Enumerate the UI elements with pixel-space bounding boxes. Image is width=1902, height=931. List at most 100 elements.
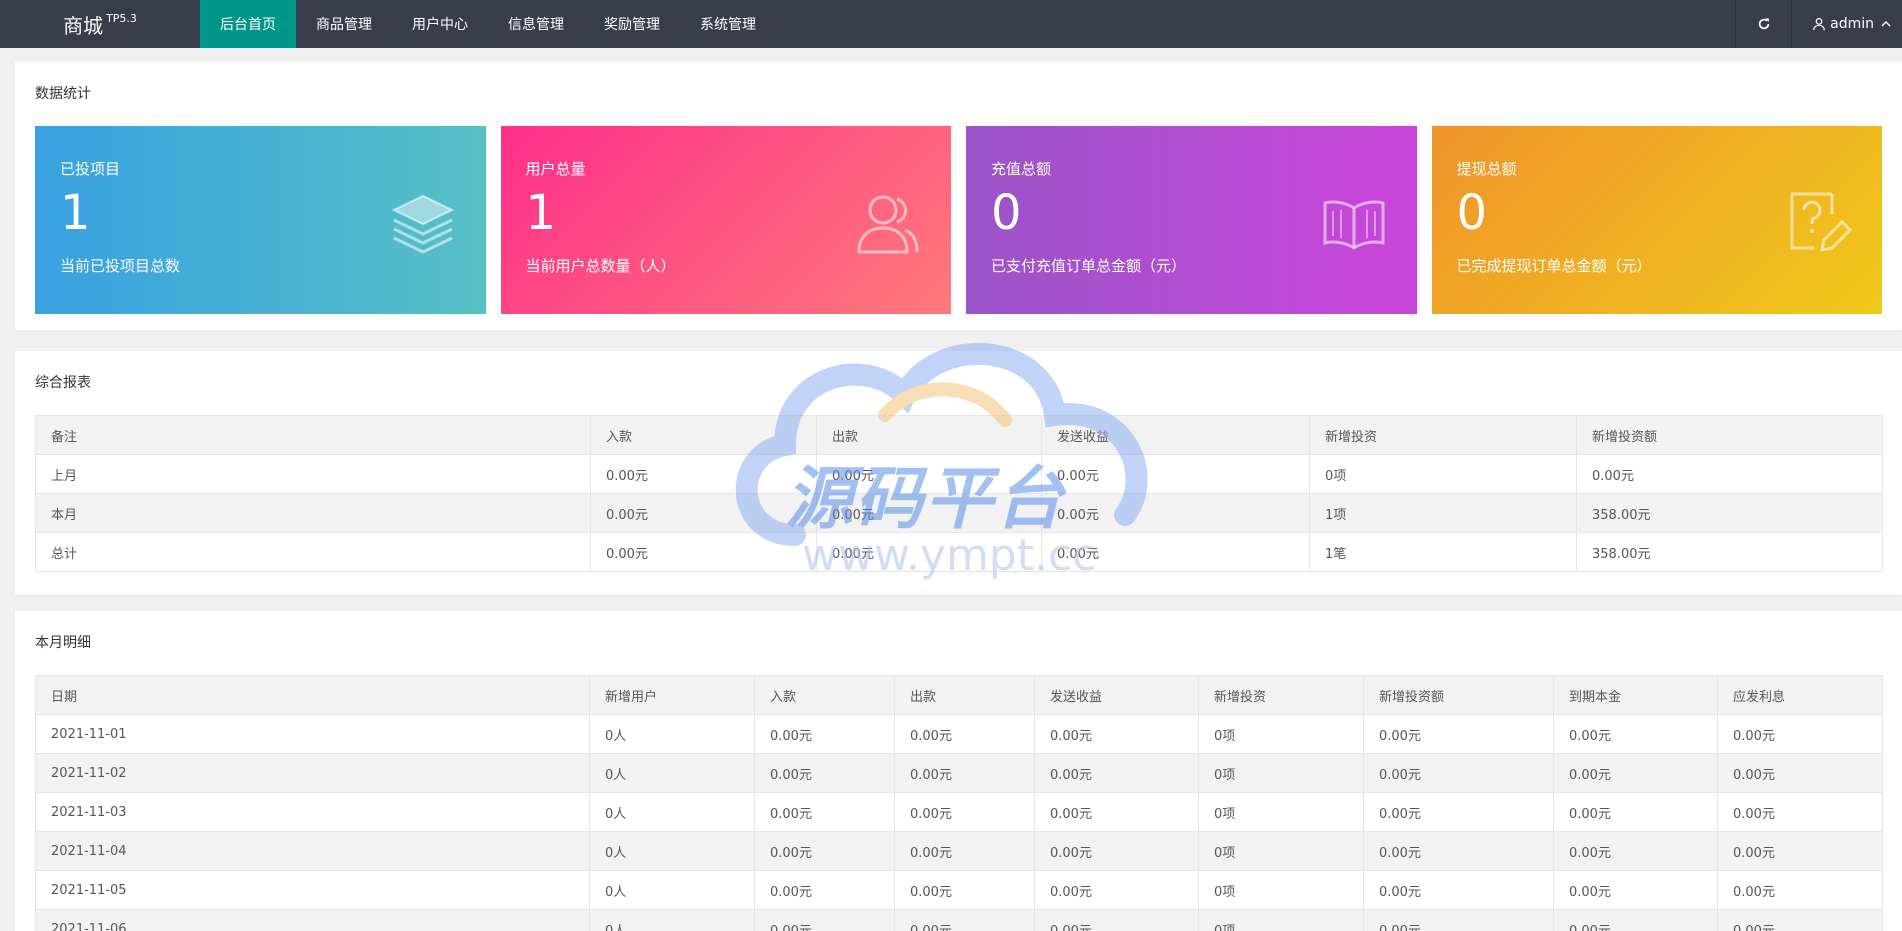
cell: 0项 [1198, 792, 1364, 832]
cell: 本月 [35, 493, 591, 533]
nav-info[interactable]: 信息管理 [488, 0, 584, 48]
stat-label: 提现总额 [1456, 160, 1517, 178]
cell: 0.00元 [1363, 831, 1554, 871]
stat-desc: 当前用户总数量（人） [525, 257, 676, 275]
cell: 0项 [1309, 454, 1577, 494]
detail-panel: 本月明细 日期 新增用户 入款 出款 发送收益 新增投资 新增投资额 到期本金 … [15, 611, 1902, 931]
cell: 0.00元 [1041, 454, 1310, 494]
book-icon [1323, 200, 1384, 250]
logo[interactable]: 商城 TP5.3 [0, 0, 200, 48]
col-new-invest: 新增投资 [1309, 415, 1577, 455]
cell: 0项 [1198, 831, 1364, 871]
cell: 358.00元 [1576, 493, 1883, 533]
cell: 0.00元 [1717, 909, 1883, 931]
stat-card-withdraw: 提现总额 0 已完成提现订单总金额（元） [1431, 126, 1882, 314]
cell: 0.00元 [754, 831, 895, 871]
stat-label: 已投项目 [60, 160, 121, 178]
detail-table: 日期 新增用户 入款 出款 发送收益 新增投资 新增投资额 到期本金 应发利息 … [35, 675, 1883, 931]
stat-card-projects: 已投项目 1 当前已投项目总数 [35, 126, 486, 314]
cell: 0.00元 [894, 870, 1035, 910]
cell: 2021-11-04 [35, 831, 590, 871]
cell: 2021-11-02 [35, 753, 590, 793]
report-header-row: 备注 入款 出款 发送收益 新增投资 新增投资额 [35, 415, 1883, 455]
table-row: 本月 0.00元 0.00元 0.00元 1项 358.00元 [35, 493, 1883, 533]
cell: 0.00元 [816, 454, 1042, 494]
cell: 0人 [589, 870, 755, 910]
layers-icon [391, 194, 454, 254]
cell: 0.00元 [1553, 792, 1718, 832]
nav-goods[interactable]: 商品管理 [296, 0, 392, 48]
logo-text: 商城 [63, 13, 104, 38]
cell: 0.00元 [1034, 714, 1199, 754]
col-earnings: 发送收益 [1034, 675, 1199, 715]
cell: 0.00元 [1717, 753, 1883, 793]
cell: 0.00元 [754, 870, 895, 910]
col-income: 入款 [754, 675, 895, 715]
cell: 0项 [1198, 909, 1364, 931]
col-new-invest-amount: 新增投资额 [1363, 675, 1554, 715]
cell: 0.00元 [1034, 831, 1199, 871]
col-outgo: 出款 [894, 675, 1035, 715]
cell: 0项 [1198, 753, 1364, 793]
cell: 0.00元 [1553, 870, 1718, 910]
user-name: admin [1830, 16, 1874, 32]
table-row: 2021-11-02 0人 0.00元 0.00元 0.00元 0项 0.00元 0.00元 0… [35, 753, 1883, 793]
question-edit-icon [1790, 192, 1853, 252]
table-row: 2021-11-04 0人 0.00元 0.00元 0.00元 0项 0.00元 0.00元 0… [35, 831, 1883, 871]
cell: 0.00元 [754, 909, 895, 931]
cell: 0.00元 [894, 831, 1035, 871]
cell: 0人 [589, 792, 755, 832]
nav-rewards[interactable]: 奖励管理 [584, 0, 680, 48]
col-interest-due: 应发利息 [1717, 675, 1883, 715]
col-new-invest-amount: 新增投资额 [1576, 415, 1883, 455]
stat-label: 用户总量 [525, 160, 586, 178]
stat-card-recharge: 充值总额 0 已支付充值订单总金额（元） [966, 126, 1417, 314]
cell: 0.00元 [754, 714, 895, 754]
cell: 0.00元 [816, 532, 1042, 572]
cell: 0.00元 [1363, 753, 1554, 793]
cell: 总计 [35, 532, 591, 572]
cell: 2021-11-03 [35, 792, 590, 832]
col-income: 入款 [590, 415, 817, 455]
cell: 0.00元 [1363, 714, 1554, 754]
cell: 0.00元 [1717, 714, 1883, 754]
user-icon [1813, 17, 1825, 31]
cell: 2021-11-06 [35, 909, 590, 931]
nav-home[interactable]: 后台首页 [200, 0, 296, 48]
cell: 0.00元 [894, 792, 1035, 832]
cell: 上月 [35, 454, 591, 494]
cell: 0.00元 [1363, 870, 1554, 910]
col-outgo: 出款 [816, 415, 1042, 455]
nav-users[interactable]: 用户中心 [392, 0, 488, 48]
logo-version: TP5.3 [106, 11, 137, 25]
cell: 0.00元 [894, 714, 1035, 754]
cell: 0人 [589, 753, 755, 793]
user-menu[interactable]: admin [1791, 0, 1902, 48]
cell: 0.00元 [1363, 909, 1554, 931]
cell: 0.00元 [754, 753, 895, 793]
refresh-button[interactable] [1735, 0, 1791, 48]
col-new-users: 新增用户 [589, 675, 755, 715]
stat-card-users: 用户总量 1 当前用户总数量（人） [500, 126, 951, 314]
users-icon [857, 195, 919, 254]
cell: 0人 [589, 714, 755, 754]
table-row: 2021-11-06 0人 0.00元 0.00元 0.00元 0项 0.00元 0.00元 0… [35, 909, 1883, 931]
cell: 0.00元 [1717, 870, 1883, 910]
nav-system[interactable]: 系统管理 [680, 0, 776, 48]
cell: 0.00元 [1363, 792, 1554, 832]
cell: 0.00元 [894, 753, 1035, 793]
table-row: 2021-11-01 0人 0.00元 0.00元 0.00元 0项 0.00元 0.00元 0… [35, 714, 1883, 754]
cell: 0.00元 [1034, 792, 1199, 832]
cell: 0.00元 [1553, 714, 1718, 754]
cell: 0.00元 [1576, 454, 1883, 494]
table-row: 2021-11-05 0人 0.00元 0.00元 0.00元 0项 0.00元 0.00元 0… [35, 870, 1883, 910]
table-row: 2021-11-03 0人 0.00元 0.00元 0.00元 0项 0.00元 0.00元 0… [35, 792, 1883, 832]
cell: 2021-11-05 [35, 870, 590, 910]
stat-desc: 已支付充值订单总金额（元） [991, 257, 1187, 275]
cell: 358.00元 [1576, 532, 1883, 572]
detail-header-row: 日期 新增用户 入款 出款 发送收益 新增投资 新增投资额 到期本金 应发利息 [35, 675, 1883, 715]
stat-desc: 当前已投项目总数 [60, 257, 181, 275]
cell: 0.00元 [754, 792, 895, 832]
cell: 0人 [589, 831, 755, 871]
cell: 0.00元 [1553, 753, 1718, 793]
